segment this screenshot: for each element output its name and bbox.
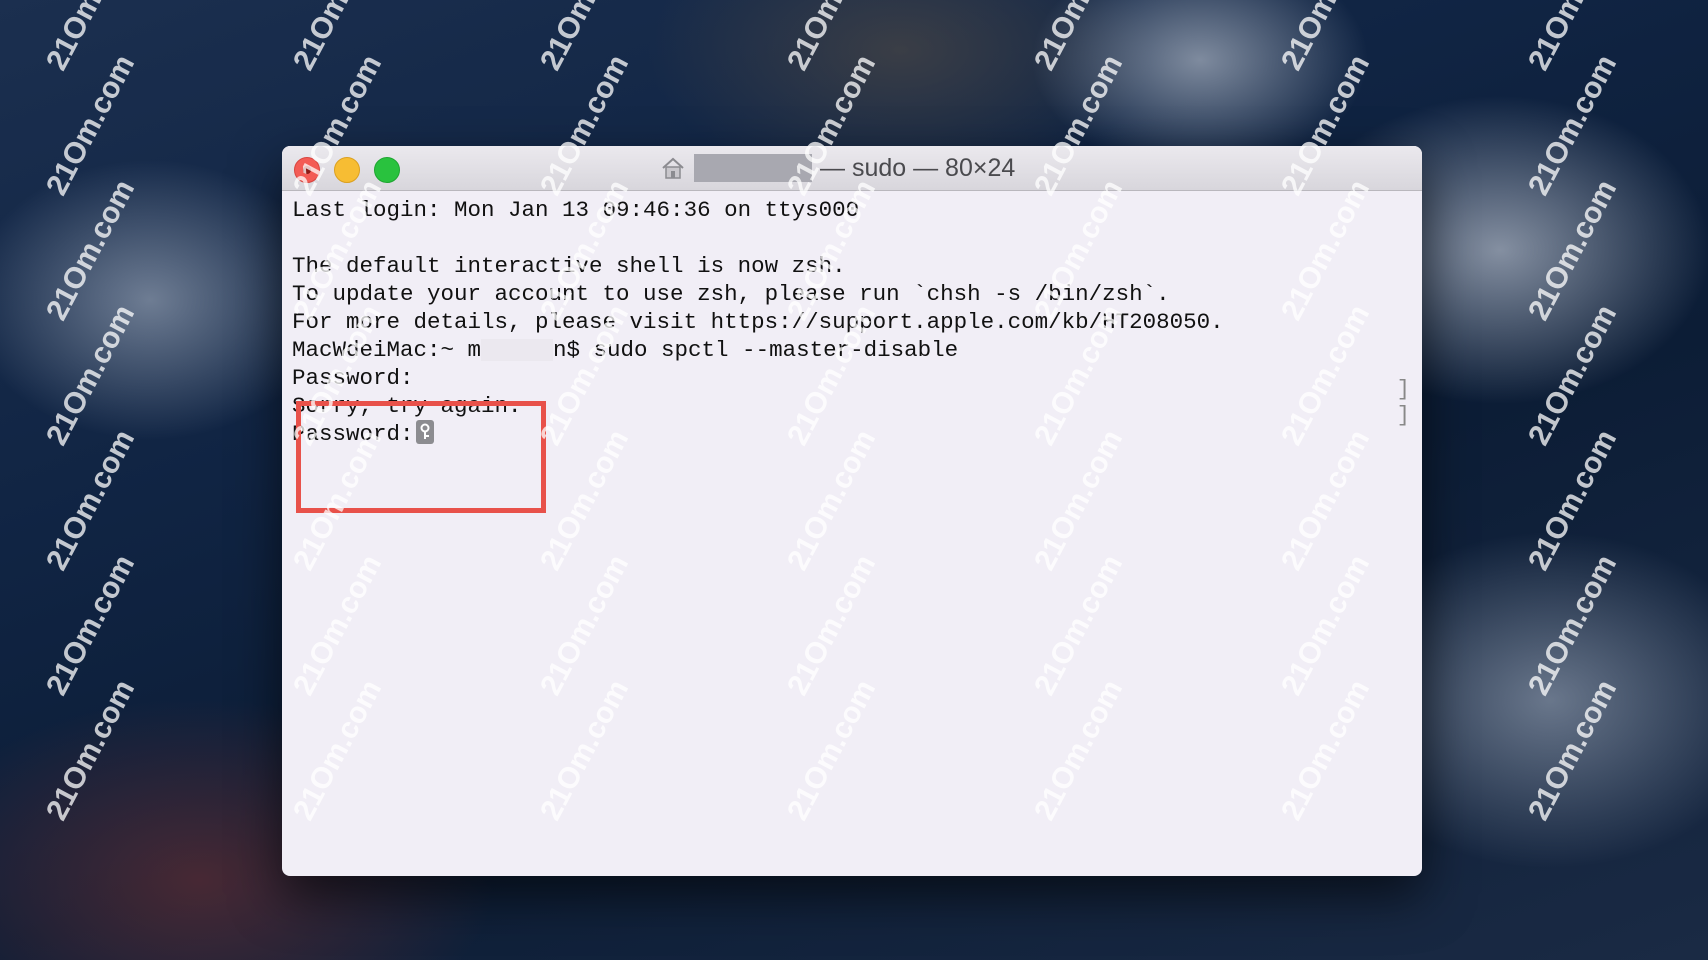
watermark-text: 21Om.com [40, 299, 142, 451]
password-prompt: Password: [292, 365, 414, 391]
watermark-text: 21Om.com [1522, 424, 1624, 576]
window-title: — sudo — 80×24 [820, 153, 1016, 182]
terminal-line: Last login: Mon Jan 13 09:46:36 on ttys0… [292, 197, 860, 223]
terminal-window: — sudo — 80×24 Last login: Mon Jan 13 09… [282, 146, 1422, 876]
password-prompt-active[interactable]: Password: [292, 420, 1412, 448]
watermark-text: 21Om.com [781, 0, 883, 76]
command-text: n$ sudo spctl --master-disable [553, 337, 959, 363]
redacted-username [694, 154, 812, 182]
watermark-text: 21Om.com [1522, 299, 1624, 451]
watermark-text: 21Om.com [1275, 0, 1377, 76]
watermark-text: 21Om.com [1522, 674, 1624, 826]
minimize-button[interactable] [334, 157, 360, 183]
terminal-output[interactable]: Last login: Mon Jan 13 09:46:36 on ttys0… [292, 196, 1412, 866]
watermark-text: 21Om.com [40, 0, 142, 76]
watermark-text: 21Om.com [534, 0, 636, 76]
watermark-text: 21Om.com [40, 549, 142, 701]
watermark-text: 21Om.com [40, 49, 142, 201]
watermark-text: 21Om.com [1522, 0, 1624, 76]
sorry-message: Sorry, try again. [292, 393, 522, 419]
close-button[interactable] [294, 157, 320, 183]
maximize-button[interactable] [374, 157, 400, 183]
terminal-line: For more details, please visit https://s… [292, 309, 1224, 335]
key-cursor-icon [415, 420, 434, 444]
command-line: MacWdeiMac:~ m n$ sudo spctl --master-dis… [292, 336, 1412, 364]
title-bar[interactable]: — sudo — 80×24 [282, 146, 1422, 191]
scroll-mark: ] [1396, 403, 1410, 428]
prompt-prefix: MacWdeiMac:~ m [292, 337, 482, 363]
terminal-line: To update your account to use zsh, pleas… [292, 281, 1170, 307]
watermark-text: 21Om.com [1522, 549, 1624, 701]
redacted-username-inline [481, 339, 554, 362]
scroll-mark: ] [1396, 377, 1410, 402]
watermark-text: 21Om.com [40, 424, 142, 576]
watermark-text: 21Om.com [40, 674, 142, 826]
watermark-text: 21Om.com [287, 0, 389, 76]
password-label: Password: [292, 421, 414, 447]
window-title-group: — sudo — 80×24 [660, 152, 1015, 184]
watermark-text: 21Om.com [1522, 49, 1624, 201]
watermark-text: 21Om.com [1028, 0, 1130, 76]
terminal-line: The default interactive shell is now zsh… [292, 253, 846, 279]
watermark-text: 21Om.com [40, 174, 142, 326]
home-folder-icon [660, 155, 686, 181]
watermark-text: 21Om.com [1522, 174, 1624, 326]
